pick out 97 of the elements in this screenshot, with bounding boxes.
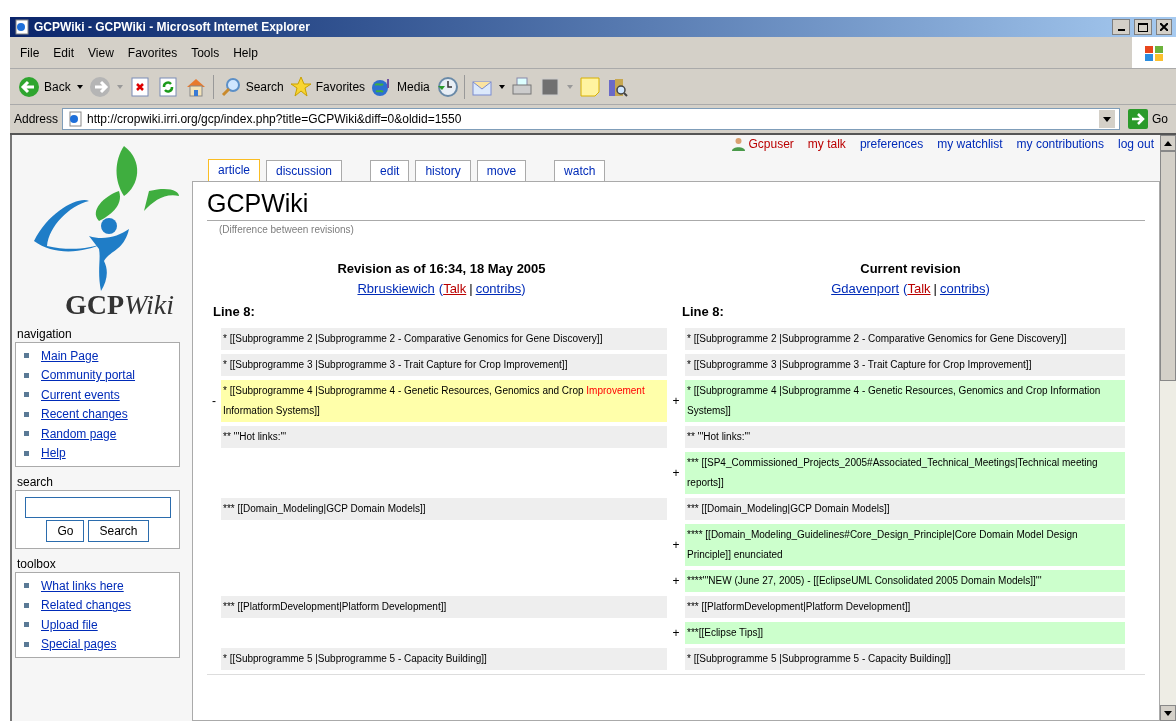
punctuation: (: [437, 279, 444, 298]
bullet-icon: [24, 431, 29, 437]
logo-text: GCPWiki: [64, 291, 174, 319]
bullet-icon: [24, 583, 29, 589]
close-icon: [1160, 23, 1168, 31]
scroll-down-icon[interactable]: [1164, 710, 1172, 716]
address-field[interactable]: http://cropwiki.irri.org/gcp/index.php?title=GCPWiki&diff=0&oldid=1550: [62, 108, 1120, 130]
sidebar-link[interactable]: Upload file: [41, 615, 98, 634]
diff-marker: -: [211, 392, 217, 410]
dropdown-icon[interactable]: [1099, 110, 1115, 128]
revision-heading: Revision as of 16:34, 18 May 2005: [337, 260, 546, 278]
contribs-link[interactable]: contribs: [475, 278, 522, 298]
menu-item[interactable]: Favorites: [121, 41, 184, 64]
bullet-icon: [24, 411, 29, 417]
portlet-heading: search: [16, 475, 55, 489]
sidebar-link[interactable]: What links here: [41, 576, 124, 595]
page-icon: [67, 111, 84, 127]
sidebar-link[interactable]: Main Page: [41, 346, 99, 365]
minimize-button[interactable]: [1112, 19, 1130, 35]
revision-heading: Current revision: [860, 260, 961, 278]
search-field[interactable]: [24, 497, 171, 518]
bullet-icon: [24, 622, 29, 628]
bullet-icon: [24, 450, 29, 456]
search-button[interactable]: Search: [219, 75, 284, 98]
search-icon: [219, 75, 242, 98]
tab[interactable]: edit: [370, 160, 410, 182]
menu-item[interactable]: Help: [227, 41, 264, 64]
user-link[interactable]: log out: [1117, 135, 1154, 153]
diff-marker: +: [671, 464, 681, 482]
bullet-icon: [24, 372, 29, 378]
back-button[interactable]: Back: [18, 75, 71, 98]
search-button[interactable]: Search: [88, 520, 149, 542]
window-title: GCPWiki - GCPWiki - Microsoft Internet Explorer: [34, 19, 310, 36]
sidebar-link[interactable]: Community portal: [41, 366, 136, 385]
sidebar-link[interactable]: Special pages: [41, 635, 117, 654]
user-icon: [731, 137, 745, 151]
scroll-up-icon[interactable]: [1164, 140, 1172, 146]
refresh-icon[interactable]: [156, 75, 179, 98]
diff-marker: +: [671, 572, 681, 590]
punctuation: ): [985, 279, 990, 298]
user-link[interactable]: my watchlist: [937, 135, 1003, 153]
punctuation: ): [521, 279, 526, 298]
search-button[interactable]: Go: [46, 520, 85, 542]
portlet-heading: toolbox: [16, 557, 57, 571]
diff-marker: +: [671, 392, 681, 410]
menu-item[interactable]: Edit: [47, 41, 81, 64]
menu-item[interactable]: Tools: [185, 41, 226, 64]
menu-item[interactable]: View: [82, 41, 120, 64]
sidebar-link[interactable]: Help: [41, 444, 66, 463]
tab[interactable]: move: [476, 160, 527, 182]
tab[interactable]: article: [208, 159, 260, 182]
stop-icon[interactable]: [128, 75, 151, 98]
tab[interactable]: watch: [554, 160, 606, 182]
tab[interactable]: discussion: [266, 160, 343, 182]
scrollbar[interactable]: [1160, 135, 1176, 721]
talk-link[interactable]: Talk: [907, 278, 931, 298]
line-number-label: Line 8:: [681, 303, 724, 321]
caret-icon[interactable]: [76, 84, 83, 89]
favorites-button[interactable]: Favorites: [289, 75, 366, 98]
user-link[interactable]: my talk: [807, 135, 846, 153]
user-link[interactable]: preferences: [859, 135, 924, 153]
punctuation: |: [932, 279, 938, 298]
punctuation: |: [468, 279, 474, 298]
sidebar-link[interactable]: Random page: [41, 424, 117, 443]
talk-link[interactable]: Talk: [443, 278, 467, 298]
menu-item[interactable]: File: [14, 41, 46, 64]
user-link[interactable]: Rbruskiewich: [357, 278, 435, 298]
bullet-icon: [24, 641, 29, 647]
line-number-label: Line 8:: [212, 303, 255, 321]
close-button[interactable]: [1156, 19, 1172, 35]
page-title: GCPWiki: [207, 188, 1145, 221]
address-label: Address: [14, 111, 59, 128]
user-link[interactable]: Gcpuser: [731, 135, 794, 153]
user-link[interactable]: my contributions: [1016, 135, 1104, 153]
page-subtitle: (Difference between revisions): [218, 223, 355, 237]
diff-marker: +: [671, 624, 681, 642]
tab[interactable]: history: [415, 160, 471, 182]
browser-icon: [14, 19, 30, 35]
sidebar-link[interactable]: Recent changes: [41, 405, 128, 424]
diff-marker: +: [671, 536, 681, 554]
bullet-icon: [24, 392, 29, 398]
contribs-link[interactable]: contribs: [939, 278, 986, 298]
arrow-icon: [1128, 109, 1148, 129]
caret-icon[interactable]: [498, 84, 505, 89]
bullet-icon: [24, 353, 29, 359]
clock-icon[interactable]: [435, 75, 458, 98]
user-link[interactable]: Gdavenport: [831, 278, 900, 298]
go-button[interactable]: Go: [1124, 109, 1172, 129]
sidebar-link[interactable]: Current events: [41, 385, 120, 404]
portlet-heading: navigation: [16, 327, 73, 341]
sidebar-link[interactable]: Related changes: [41, 596, 132, 615]
star-icon: [289, 75, 312, 98]
windows-logo-icon: [1132, 37, 1176, 68]
punctuation: (: [902, 279, 908, 298]
maximize-button[interactable]: [1134, 19, 1152, 35]
bullet-icon: [24, 602, 29, 608]
media-button[interactable]: Media: [371, 75, 430, 98]
